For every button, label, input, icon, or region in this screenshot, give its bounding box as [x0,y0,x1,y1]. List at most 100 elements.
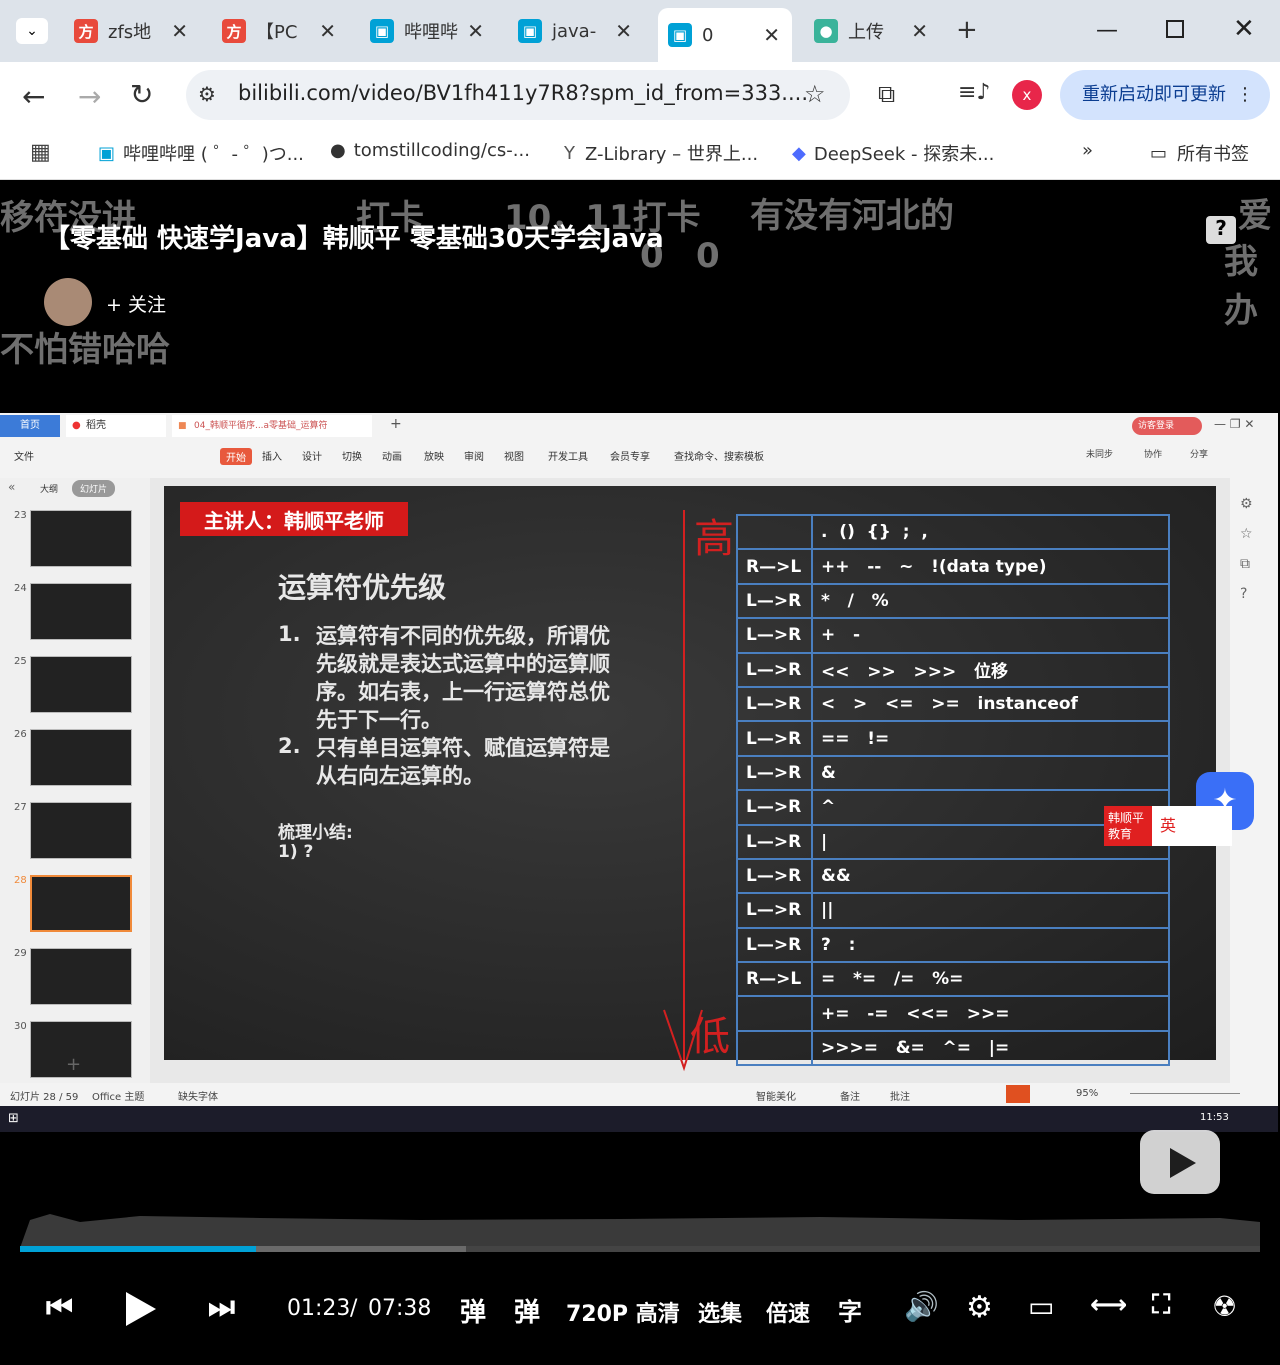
big-play-icon[interactable] [1140,1130,1220,1194]
reload-icon[interactable]: ↻ [130,78,153,111]
quality-button[interactable]: 720P 高清 [566,1296,680,1328]
star-icon[interactable]: ☆ [1240,526,1253,542]
prev-icon[interactable]: ⏮ [46,1290,73,1325]
tab-close-icon[interactable]: ✕ [319,19,336,43]
collapse-panel-icon[interactable]: « [8,480,15,494]
comments-button[interactable]: 批注 [890,1088,910,1103]
slide-thumbnail[interactable] [30,729,132,786]
wps-share[interactable]: 分享 [1190,447,1208,460]
wps-window-controls[interactable]: — ❐ ✕ [1214,417,1254,431]
url-text[interactable]: bilibili.com/video/BV1fh411y7R8?spm_id_f… [238,81,808,105]
wps-menu-item[interactable]: 视图 [504,448,524,463]
browser-tab[interactable]: 方【PC ✕ [212,8,348,54]
uploader-avatar[interactable] [44,278,92,326]
wps-tab-daoke[interactable]: ● 稻壳 [66,415,166,437]
tab-close-icon[interactable]: ✕ [171,19,188,43]
tab-close-icon[interactable]: ✕ [615,19,632,43]
wps-collab[interactable]: 协作 [1144,447,1162,460]
outline-tab[interactable]: 大纲 [40,482,58,495]
pip-icon[interactable]: ▭ [1028,1290,1054,1323]
browser-tab[interactable]: 方 zfs地 ✕ [64,8,200,54]
wps-menu-item[interactable]: 开发工具 [548,448,588,463]
wps-new-tab-icon[interactable]: + [390,416,402,432]
help-icon[interactable]: ? [1206,216,1236,244]
bookmark-deepseek[interactable]: ◆ DeepSeek - 探索未... [792,140,994,166]
guest-login-button[interactable]: 访客登录 [1132,417,1202,435]
browser-tab[interactable]: ● 上传 ✕ [804,8,940,54]
wps-menu-item[interactable]: 查找命令、搜索模板 [674,448,764,463]
notes-button[interactable]: 备注 [840,1088,860,1103]
zoom-level[interactable]: 95% [1076,1088,1098,1099]
bookmark-zlibrary[interactable]: Y Z-Library – 世界上... [564,140,758,166]
wps-menu-item[interactable]: 文件 [14,448,34,463]
wps-tab-document[interactable]: ■ 04_韩顺平循序...a零基础_运算符 [172,415,372,437]
all-bookmarks[interactable]: ▭ 所有书签 [1150,140,1249,166]
minimize-icon[interactable]: — [1096,18,1118,43]
close-window-icon[interactable]: ✕ [1233,14,1255,44]
wps-menu-item[interactable]: 插入 [262,448,282,463]
slide-thumbnail[interactable] [30,802,132,859]
browser-tab[interactable]: ▣ 0 ✕ [658,8,792,62]
next-icon[interactable]: ⏭ [208,1290,235,1325]
address-bar[interactable]: ⚙ bilibili.com/video/BV1fh411y7R8?spm_id… [186,70,850,120]
tab-close-icon[interactable]: ✕ [467,19,484,43]
play-icon[interactable] [126,1292,156,1326]
slides-tab[interactable]: 幻灯片 [72,480,116,497]
widescreen-icon[interactable]: ⟷ [1090,1290,1127,1320]
apps-grid-icon[interactable]: ▦ [30,140,51,165]
slide-thumbnail[interactable] [30,948,132,1005]
wps-menu-item[interactable]: 设计 [302,448,322,463]
add-slide-icon[interactable]: + [66,1054,81,1075]
progress-track[interactable] [20,1246,1260,1252]
slide-thumbnail[interactable] [30,510,132,567]
follow-button[interactable]: + 关注 [106,290,166,317]
slide-thumbnail[interactable] [30,656,132,713]
wps-tab-home[interactable]: 首页 [0,415,60,437]
settings-gear-icon[interactable]: ⚙ [966,1290,993,1325]
wps-menu-item[interactable]: 放映 [424,448,444,463]
maximize-icon[interactable] [1166,20,1184,38]
bookmark-github[interactable]: ● tomstillcoding/cs-... [330,140,530,161]
back-icon[interactable]: ← [22,80,45,113]
forward-icon[interactable]: → [78,80,101,113]
windows-start-icon[interactable]: ⊞ [8,1111,19,1126]
extensions-icon[interactable]: ⧉ [878,80,895,108]
settings-icon[interactable]: ⚙ [1240,496,1253,512]
fullscreen-icon[interactable]: ⛶ [1152,1290,1170,1321]
menu-dots-icon[interactable]: ⋮ [1236,70,1254,120]
play-slideshow-icon[interactable] [1006,1085,1030,1103]
missing-font[interactable]: 缺失字体 [178,1088,218,1103]
tab-close-icon[interactable]: ✕ [911,19,928,43]
speed-button[interactable]: 倍速 [766,1296,810,1328]
tab-close-icon[interactable]: ✕ [763,23,780,47]
help-circle-icon[interactable]: ? [1240,586,1247,602]
tab-search-chevron-icon[interactable]: ⌄ [16,18,48,44]
wps-menu-item[interactable]: 动画 [382,448,402,463]
copy-icon[interactable]: ⧉ [1240,556,1250,572]
bookmark-bilibili[interactable]: ▣ 哔哩哔哩 ( ゜- ゜)つ... [98,140,304,166]
site-info-icon[interactable]: ⚙ [198,82,216,106]
profile-avatar[interactable]: x [1012,80,1042,110]
wps-menu-item[interactable]: 会员专享 [610,448,650,463]
volume-icon[interactable]: 🔊 [904,1290,939,1323]
media-control-icon[interactable]: ≡♪ [958,80,990,105]
light-off-icon[interactable]: ☢ [1212,1290,1237,1323]
bookmark-star-icon[interactable]: ☆ [804,80,826,108]
danmaku-toggle-icon[interactable]: 弹 [460,1292,486,1329]
browser-tab[interactable]: ▣ 哔哩哔 ✕ [360,8,496,54]
wps-menu-item[interactable]: 切换 [342,448,362,463]
new-tab-button[interactable]: + [956,15,978,45]
episodes-button[interactable]: 选集 [698,1296,742,1328]
danmaku-settings-icon[interactable]: 弹 [514,1292,540,1329]
wps-sync[interactable]: 未同步 [1086,447,1113,460]
slide-thumbnail[interactable] [30,583,132,640]
ime-lang-indicator[interactable]: 英 [1152,806,1232,846]
smart-beautify[interactable]: 智能美化 [756,1088,796,1103]
wps-menu-item[interactable]: 开始 [220,448,252,465]
zoom-slider[interactable] [1130,1093,1240,1094]
update-button[interactable]: 重新启动即可更新 ⋮ [1060,70,1270,120]
slide-thumbnail[interactable] [30,875,132,932]
wps-menu-item[interactable]: 审阅 [464,448,484,463]
browser-tab[interactable]: ▣ java- ✕ [508,8,644,54]
bookmarks-overflow[interactable]: » [1082,140,1093,161]
